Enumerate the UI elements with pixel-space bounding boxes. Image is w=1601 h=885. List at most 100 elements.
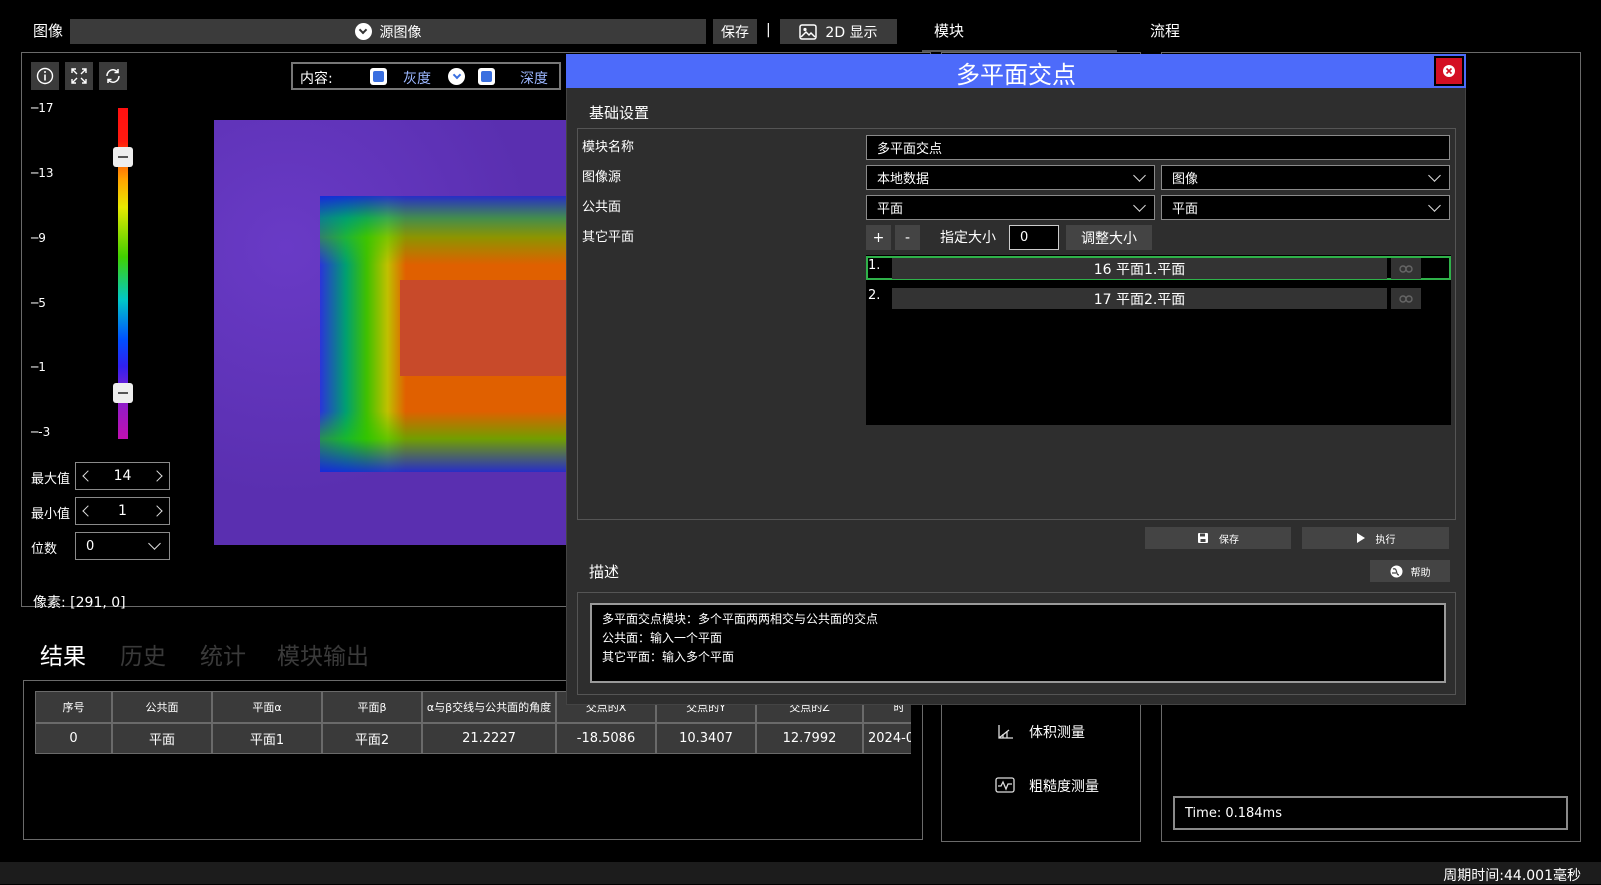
max-label: 最大值 [31, 472, 71, 487]
increment-icon[interactable] [151, 505, 163, 517]
dialog-save-button[interactable]: 保存 [1145, 527, 1291, 549]
source-select[interactable]: 源图像 [70, 19, 706, 44]
volume-icon [998, 725, 1013, 739]
close-button[interactable] [1434, 56, 1464, 86]
min-stepper[interactable]: 1 [75, 497, 170, 525]
image-label: 图像 [33, 22, 64, 40]
table-cell: 平面1 [212, 723, 322, 754]
header-cell: 公共面 [112, 691, 212, 723]
depth-checkbox[interactable] [478, 68, 495, 85]
digits-value: 0 [86, 538, 95, 554]
link-button[interactable] [1391, 288, 1421, 309]
scale-tick: ─17 [31, 101, 54, 115]
digits-select[interactable]: 0 [75, 532, 170, 560]
scale-tick: ─5 [31, 296, 46, 310]
basic-settings-heading: 基础设置 [589, 104, 650, 122]
module-name-label: 模块名称 [582, 140, 635, 155]
header-cell: 平面β [322, 691, 422, 723]
table-cell: 2024-07-2 [863, 723, 911, 754]
save-image-button[interactable]: 保存 [713, 19, 757, 44]
max-value: 14 [113, 468, 132, 484]
header-cell: 序号 [35, 691, 112, 723]
decrement-icon[interactable] [82, 505, 94, 517]
table-cell: -18.5086 [556, 723, 656, 754]
dialog-save-label: 保存 [1219, 534, 1239, 546]
tab-history[interactable]: 历史 [120, 637, 166, 671]
table-cell: 12.7992 [756, 723, 863, 754]
decrement-icon[interactable] [82, 470, 94, 482]
run-button[interactable]: 执行 [1302, 527, 1449, 549]
module-item-label: 粗糙度测量 [1029, 779, 1099, 795]
chevron-down-icon [1133, 168, 1146, 182]
tab-statistics[interactable]: 统计 [200, 637, 246, 671]
table-row[interactable]: 0 平面 平面1 平面2 21.2227 -18.5086 10.3407 12… [35, 723, 911, 754]
description-line: 其它平面：输入多个平面 [602, 650, 735, 664]
scale-tick: ─-3 [31, 425, 51, 439]
table-cell: 平面2 [322, 723, 422, 754]
pixel-info: 像素: [291, 0] [33, 595, 126, 611]
refresh-icon [106, 69, 120, 83]
time-text: Time: 0.184ms [1185, 805, 1282, 821]
display-mode-button[interactable]: 2D 显示 [780, 19, 897, 44]
max-stepper[interactable]: 14 [75, 462, 170, 490]
tab-results[interactable]: 结果 [40, 637, 86, 671]
link-icon [1399, 294, 1413, 303]
image-source-value: 本地数据 [877, 172, 930, 187]
link-icon [1399, 264, 1413, 273]
size-label: 指定大小 [940, 230, 996, 246]
display-mode-label: 2D 显示 [825, 24, 878, 41]
source-select-label: 源图像 [379, 24, 422, 41]
remove-plane-button[interactable]: - [895, 225, 920, 250]
chevron-down-icon [148, 537, 161, 550]
module-item-roughness[interactable]: 粗糙度测量 [995, 776, 1099, 796]
chevron-down-icon [1428, 198, 1441, 212]
scale-tick: ─13 [31, 166, 54, 180]
fullscreen-button[interactable] [65, 62, 93, 90]
module-item-volume[interactable]: 体积测量 [995, 722, 1085, 742]
tab-flow[interactable]: 流程 [1150, 20, 1180, 41]
gray-label: 灰度 [403, 71, 431, 87]
description-heading: 描述 [589, 563, 620, 581]
link-button[interactable] [1391, 258, 1421, 279]
globe-icon [1390, 565, 1402, 577]
image-icon [799, 23, 818, 40]
common-plane-item-select[interactable]: 平面 [1161, 195, 1450, 220]
description-line: 多平面交点模块：多个平面两两相交与公共面的交点 [602, 612, 879, 626]
depth-image[interactable] [214, 120, 574, 545]
scale-tick: ─1 [31, 360, 46, 374]
module-name-input[interactable]: 多平面交点 [866, 135, 1450, 160]
table-cell: 21.2227 [422, 723, 556, 754]
gray-checkbox[interactable] [370, 68, 387, 85]
info-button[interactable] [31, 62, 59, 90]
tab-module-output[interactable]: 模块输出 [277, 637, 369, 671]
header-cell: 平面α [212, 691, 322, 723]
tab-module[interactable]: 模块 [934, 20, 964, 41]
max-range-handle[interactable] [113, 147, 133, 167]
close-icon [1443, 65, 1455, 77]
chevron-down-icon [1428, 168, 1441, 182]
toolbar-separator: | [766, 22, 771, 38]
image-source-select[interactable]: 本地数据 [866, 165, 1155, 190]
table-cell: 10.3407 [656, 723, 756, 754]
common-plane-select[interactable]: 平面 [866, 195, 1155, 220]
image-source-item-select[interactable]: 图像 [1161, 165, 1450, 190]
chevron-down-icon [354, 23, 372, 40]
plane-value: 16 平面1.平面 [892, 258, 1387, 279]
cycle-time: 周期时间:44.001毫秒 [1443, 868, 1581, 884]
common-plane-value: 平面 [877, 202, 904, 217]
gray-dropdown-icon[interactable] [448, 68, 465, 85]
play-icon [1356, 533, 1365, 543]
roughness-icon [995, 777, 1015, 793]
plane-index: 1. [868, 258, 881, 273]
size-input[interactable]: 0 [1009, 225, 1059, 250]
resize-button[interactable]: 调整大小 [1066, 225, 1152, 250]
increment-icon[interactable] [151, 470, 163, 482]
depth-label: 深度 [520, 71, 548, 87]
help-button[interactable]: 帮助 [1370, 560, 1450, 582]
refresh-button[interactable] [99, 62, 127, 90]
min-range-handle[interactable] [113, 383, 133, 403]
add-plane-button[interactable]: + [866, 225, 891, 250]
table-cell: 0 [35, 723, 112, 754]
description-line: 公共面：输入一个平面 [602, 631, 723, 645]
image-source-item-value: 图像 [1172, 172, 1199, 187]
